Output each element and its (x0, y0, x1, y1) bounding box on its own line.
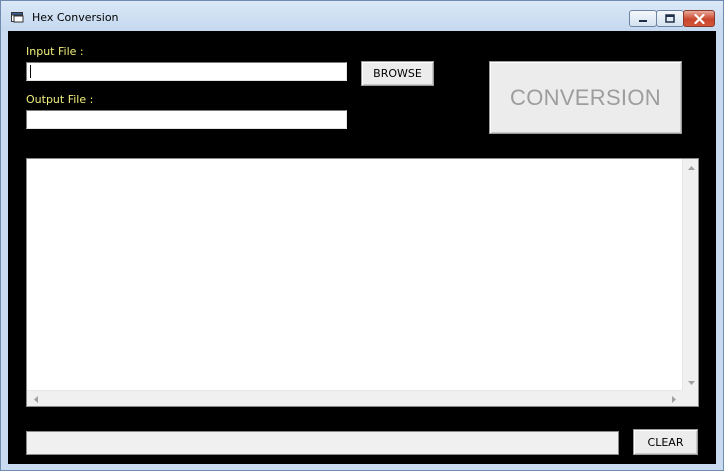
clear-button[interactable]: CLEAR (633, 429, 698, 455)
text-caret (30, 65, 31, 78)
minimize-icon (639, 19, 647, 22)
window-title: Hex Conversion (32, 11, 119, 24)
status-field (26, 431, 619, 455)
browse-button[interactable]: BROWSE (361, 61, 434, 86)
close-button[interactable] (683, 10, 715, 27)
output-file-field[interactable] (26, 110, 347, 129)
title-bar[interactable]: Hex Conversion (1, 1, 723, 31)
scroll-right-button[interactable] (666, 391, 682, 407)
minimize-button[interactable] (629, 10, 657, 27)
input-file-label: Input File : (26, 45, 84, 58)
input-file-field[interactable] (26, 62, 347, 81)
scroll-right-arrow-icon (671, 395, 676, 403)
vertical-scrollbar[interactable] (682, 159, 698, 391)
app-window: Hex Conversion Input File : BROWSE Outpu… (0, 0, 724, 471)
scroll-left-button[interactable] (27, 391, 43, 407)
conversion-log[interactable] (26, 158, 699, 407)
maximize-icon (665, 14, 675, 23)
scroll-down-arrow-icon (687, 380, 695, 385)
scroll-down-button[interactable] (683, 375, 699, 391)
conversion-button[interactable]: CONVERSION (489, 61, 682, 134)
scroll-up-button[interactable] (683, 159, 699, 175)
output-file-label: Output File : (26, 93, 94, 106)
close-icon (693, 13, 705, 24)
app-window-icon[interactable] (11, 11, 25, 23)
horizontal-scrollbar[interactable] (27, 390, 682, 406)
client-area: Input File : BROWSE Output File : CONVER… (8, 31, 716, 464)
scroll-up-arrow-icon (687, 165, 695, 170)
scrollbar-corner (682, 390, 698, 406)
scroll-left-arrow-icon (33, 395, 38, 403)
maximize-button[interactable] (656, 10, 684, 27)
caption-buttons (629, 10, 715, 27)
